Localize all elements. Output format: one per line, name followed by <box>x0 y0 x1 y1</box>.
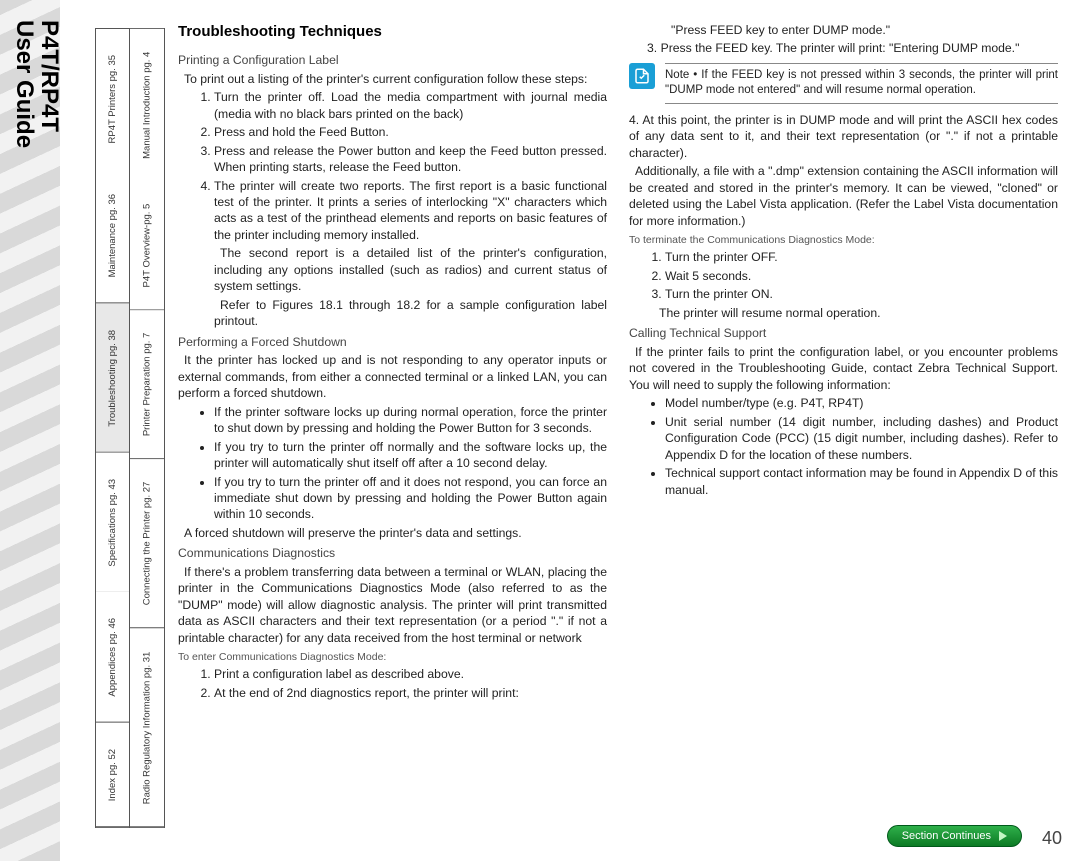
subhead-tech-support: Calling Technical Support <box>629 325 1058 341</box>
nav-connecting[interactable]: Connecting the Printer pg. 27 <box>130 459 164 628</box>
forced-shutdown-bullets: If the printer software locks up during … <box>202 404 607 523</box>
nav-troubleshooting[interactable]: Troubleshooting pg. 38 <box>96 304 129 453</box>
fs-bullet-3: If you try to turn the printer off and i… <box>214 474 607 523</box>
ts-bullet-1: Model number/type (e.g. P4T, RP4T) <box>665 395 1058 411</box>
col2-dmp-para: Additionally, a file with a ".dmp" exten… <box>629 163 1058 229</box>
intro-para-1: To print out a listing of the printer's … <box>178 71 607 87</box>
term-step-3: Turn the printer ON. <box>665 286 1058 302</box>
col2-step-3: 3. Press the FEED key. The printer will … <box>647 40 1058 56</box>
nav-col-bottom: Manual Introduction pg. 4 P4T Overview-p… <box>130 29 164 827</box>
subhead-config-label: Printing a Configuration Label <box>178 52 607 68</box>
nav-radio-reg[interactable]: Radio Regulatory Information pg. 31 <box>130 629 164 827</box>
forced-shutdown-para: It the printer has locked up and is not … <box>178 352 607 401</box>
spine-line-1: P4T/RP4T <box>36 20 63 132</box>
document-spine-title: P4T/RP4T User Guide <box>10 20 66 240</box>
ts-bullet-3: Technical support contact information ma… <box>665 465 1058 498</box>
fs-bullet-1: If the printer software locks up during … <box>214 404 607 437</box>
col2-step-4: 4. At this point, the printer is in DUMP… <box>629 112 1058 161</box>
nav-specifications[interactable]: Specifications pg. 43 <box>96 453 129 593</box>
terminate-steps: Turn the printer OFF. Wait 5 seconds. Tu… <box>653 249 1058 302</box>
badge-text: Section Continues <box>902 830 991 842</box>
config-steps: Turn the printer off. Load the media com… <box>202 89 607 243</box>
config-tail-2: Refer to Figures 18.1 through 18.2 for a… <box>214 297 607 330</box>
subhead-comm-diag: Communications Diagnostics <box>178 545 607 561</box>
page-content: Troubleshooting Techniques Printing a Co… <box>178 22 1058 832</box>
terminate-tail: The printer will resume normal operation… <box>653 305 1058 321</box>
page-number: 40 <box>1042 828 1062 849</box>
note-box: Note • If the FEED key is not pressed wi… <box>629 63 1058 104</box>
small-enter-diag: To enter Communications Diagnostics Mode… <box>178 650 607 664</box>
nav-printer-prep[interactable]: Printer Preparation pg. 7 <box>130 310 164 459</box>
comm-diag-para: If there's a problem transferring data b… <box>178 564 607 646</box>
col2-quote-1: "Press FEED key to enter DUMP mode." <box>665 22 1058 38</box>
column-left: Troubleshooting Techniques Printing a Co… <box>178 22 607 832</box>
enter-diag-2: At the end of 2nd diagnostics report, th… <box>214 685 607 701</box>
nav-index[interactable]: Index pg. 52 <box>96 723 129 827</box>
term-step-1: Turn the printer OFF. <box>665 249 1058 265</box>
fs-bullet-2: If you try to turn the printer off norma… <box>214 439 607 472</box>
config-step-4: The printer will create two reports. The… <box>214 178 607 244</box>
enter-diag-1: Print a configuration label as described… <box>214 666 607 682</box>
config-step-1: Turn the printer off. Load the media com… <box>214 89 607 122</box>
arrow-right-icon <box>999 831 1007 841</box>
nav-col-top: RP4T Printers pg. 35 Maintenance pg. 36 … <box>96 29 130 827</box>
tech-support-bullets: Model number/type (e.g. P4T, RP4T) Unit … <box>653 395 1058 498</box>
subhead-forced-shutdown: Performing a Forced Shutdown <box>178 334 607 350</box>
enter-diag-steps: Print a configuration label as described… <box>202 666 607 701</box>
nav-rp4t-printers[interactable]: RP4T Printers pg. 35 <box>96 29 129 168</box>
section-heading: Troubleshooting Techniques <box>178 22 607 42</box>
tech-support-para: If the printer fails to print the config… <box>629 344 1058 393</box>
spine-line-2: User Guide <box>11 20 38 148</box>
config-step-2: Press and hold the Feed Button. <box>214 124 607 140</box>
side-nav-table: RP4T Printers pg. 35 Maintenance pg. 36 … <box>95 28 165 828</box>
col2-step-3-text: Press the FEED key. The printer will pri… <box>661 41 1020 55</box>
nav-manual-intro[interactable]: Manual Introduction pg. 4 <box>130 29 164 181</box>
note-text: Note • If the FEED key is not pressed wi… <box>665 63 1058 104</box>
config-step-3: Press and release the Power button and k… <box>214 143 607 176</box>
config-tail-1: The second report is a detailed list of … <box>214 245 607 294</box>
ts-bullet-2: Unit serial number (14 digit number, inc… <box>665 414 1058 463</box>
nav-maintenance[interactable]: Maintenance pg. 36 <box>96 168 129 303</box>
nav-p4t-overview[interactable]: P4T Overview-pg. 5 <box>130 181 164 310</box>
column-right: "Press FEED key to enter DUMP mode." 3. … <box>629 22 1058 832</box>
note-icon <box>629 63 655 89</box>
forced-shutdown-tail: A forced shutdown will preserve the prin… <box>178 525 607 541</box>
term-step-2: Wait 5 seconds. <box>665 268 1058 284</box>
nav-appendices[interactable]: Appendices pg. 46 <box>96 592 129 723</box>
small-terminate-diag: To terminate the Communications Diagnost… <box>629 233 1058 247</box>
section-continues-badge[interactable]: Section Continues <box>887 825 1022 847</box>
